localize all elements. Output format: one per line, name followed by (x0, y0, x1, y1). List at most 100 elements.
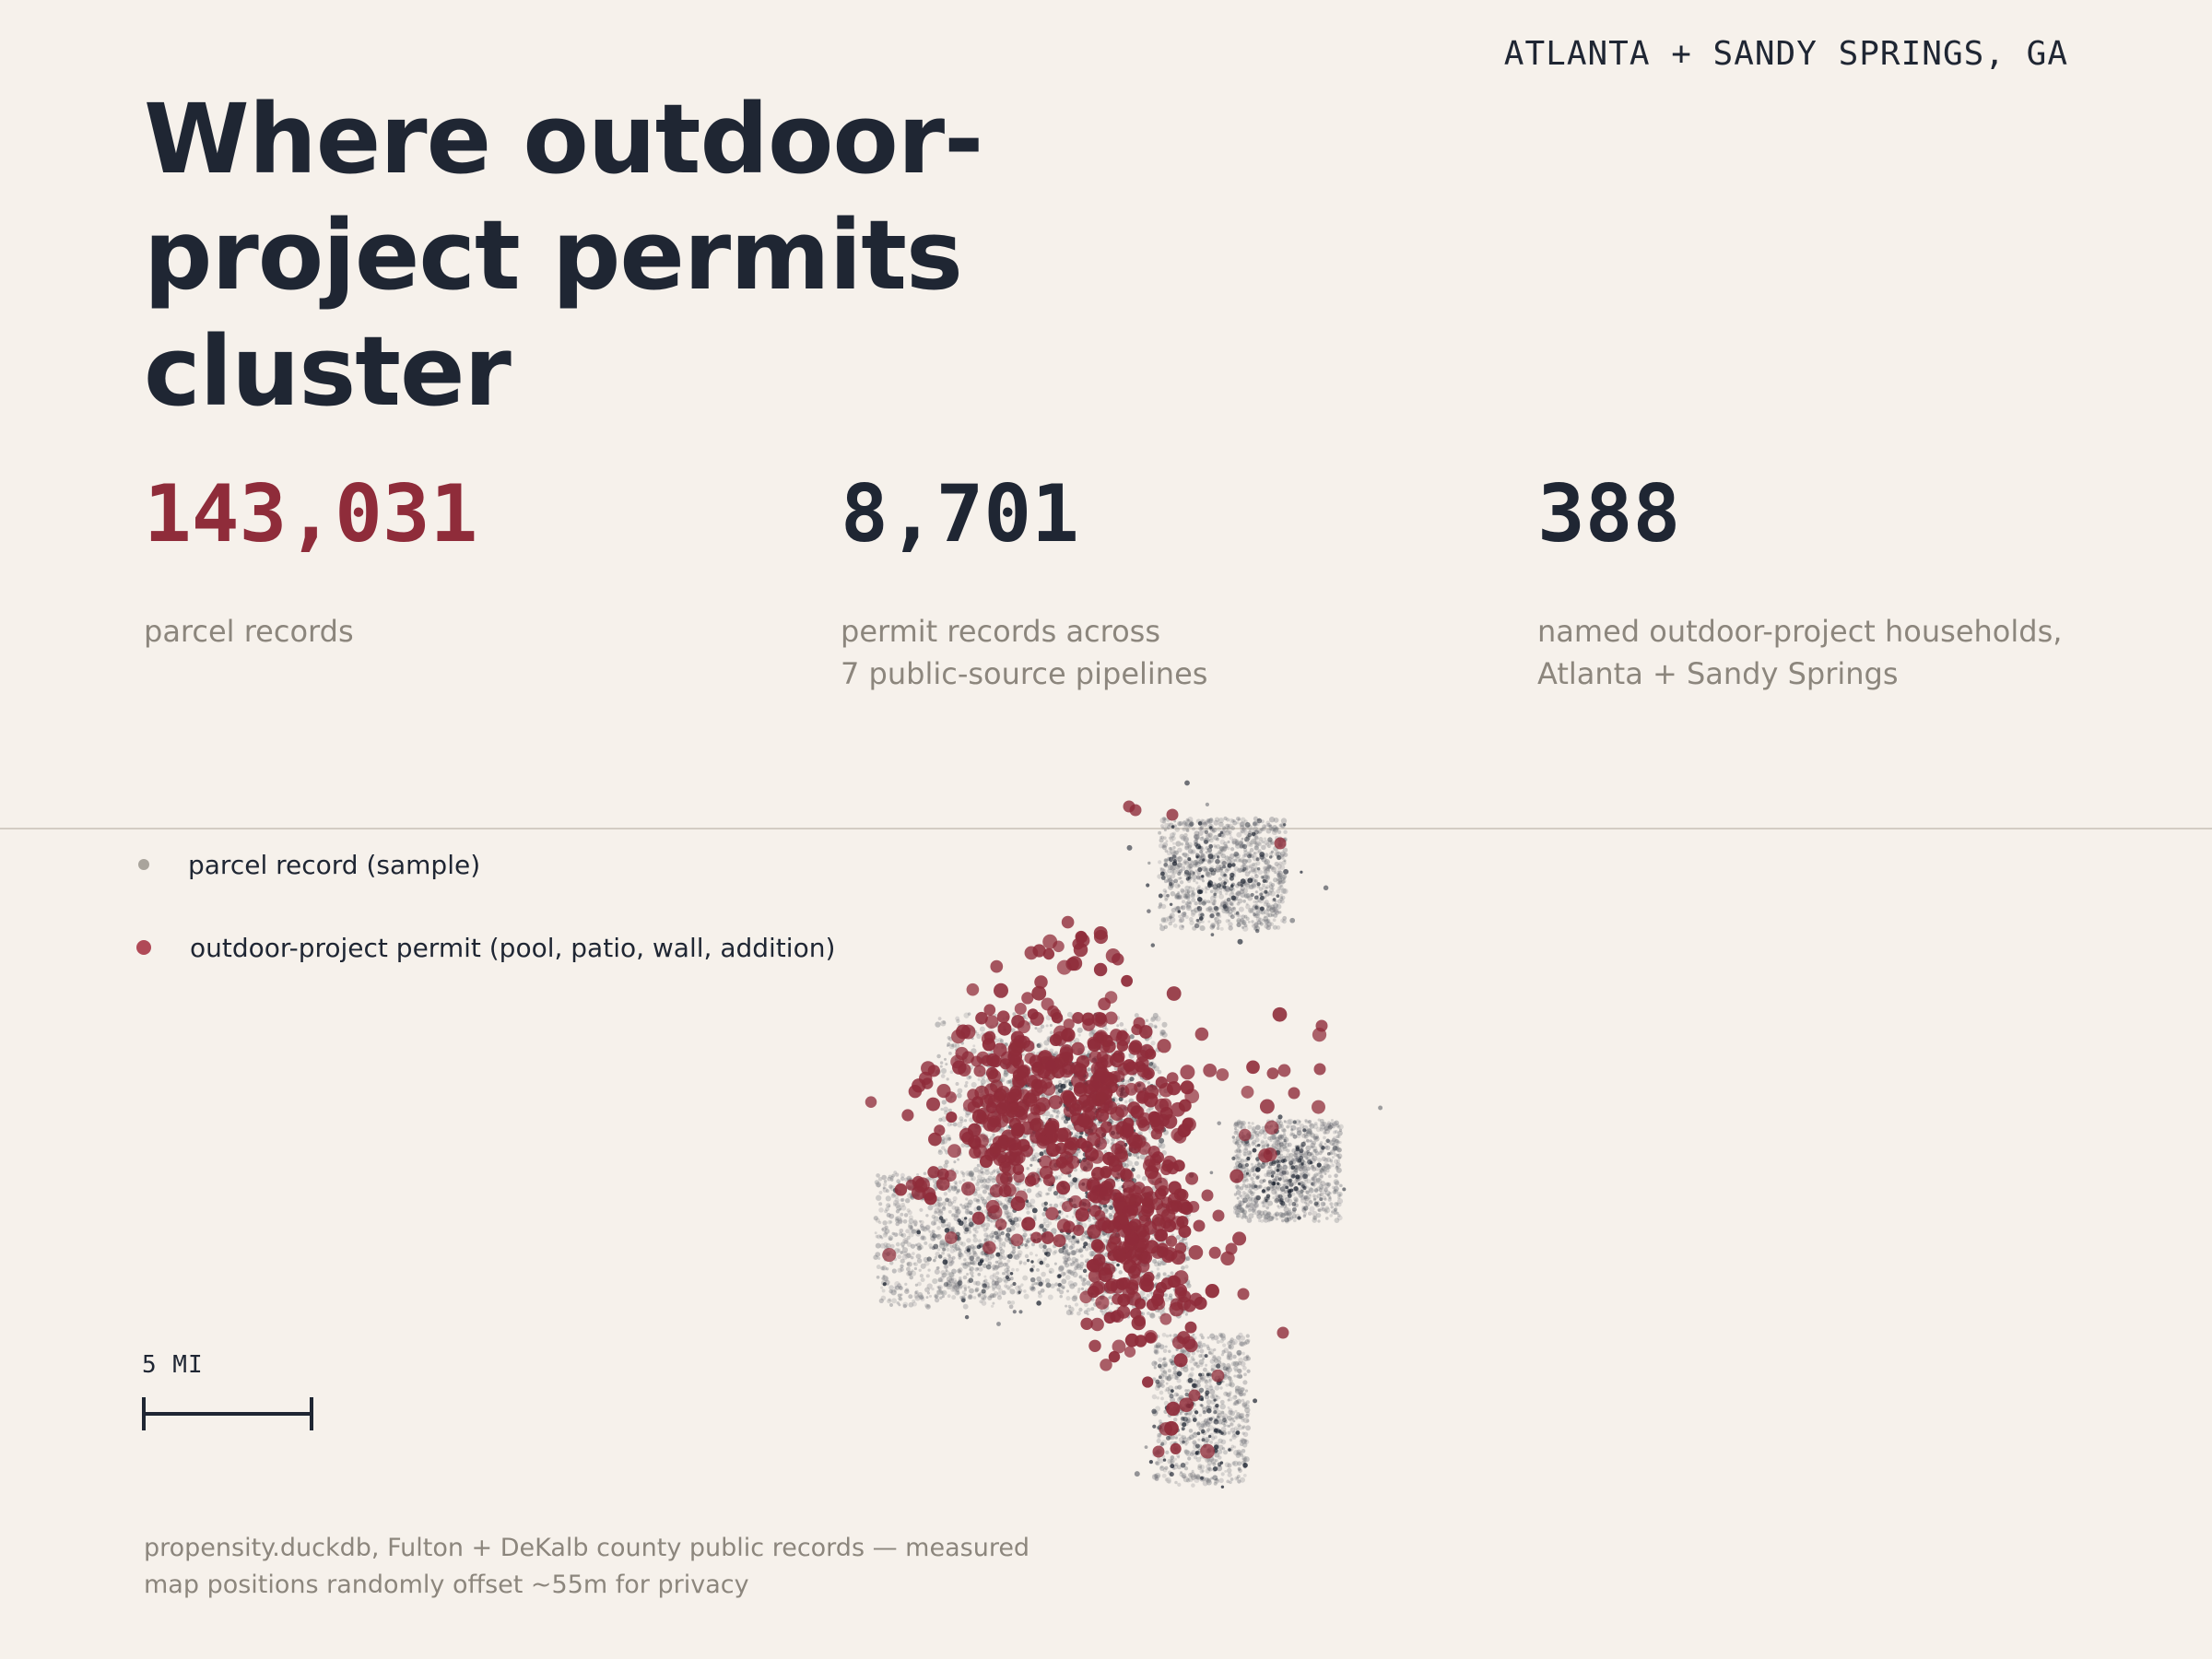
parcel-dot (1224, 855, 1230, 861)
parcel-dot (1255, 909, 1261, 914)
parcel-dot (1239, 857, 1245, 864)
parcel-dot (936, 1181, 941, 1185)
parcel-dot (1101, 1293, 1105, 1298)
parcel-dot (1182, 852, 1188, 858)
parcel-dot (972, 1097, 977, 1101)
parcel-dot (1194, 834, 1201, 841)
parcel-dot (1282, 1204, 1288, 1209)
parcel-dot (943, 1242, 948, 1248)
parcel-dot (976, 1198, 980, 1203)
parcel-dot (1006, 1170, 1011, 1174)
parcel-dot (1236, 1398, 1242, 1405)
parcel-dot (1074, 1240, 1077, 1243)
parcel-dot (967, 1286, 971, 1289)
parcel-dot (1212, 1446, 1218, 1451)
parcel-dot (1160, 1396, 1164, 1401)
parcel-dot (1296, 1130, 1302, 1135)
parcel-dot (1296, 1158, 1301, 1163)
parcel-dot (1182, 1337, 1189, 1344)
parcel-dot (950, 1168, 955, 1172)
parcel-dot (1314, 1150, 1320, 1156)
parcel-dot (1159, 1306, 1166, 1312)
parcel-dot (1058, 1217, 1062, 1219)
parcel-dot (1235, 1430, 1241, 1436)
parcel-dot (1291, 1159, 1297, 1165)
parcel-dot (936, 1248, 941, 1252)
parcel-dot (1108, 1309, 1112, 1314)
parcel-dot (1108, 1269, 1113, 1274)
parcel-dot (1135, 1297, 1140, 1302)
parcel-dot (1197, 1438, 1201, 1441)
parcel-dot (1093, 1220, 1099, 1226)
parcel-dot (1230, 887, 1236, 892)
parcel-dot (1206, 881, 1212, 887)
parcel-dot (1180, 1352, 1183, 1356)
parcel-dot (1312, 1124, 1319, 1130)
parcel-dot (1241, 1209, 1245, 1214)
parcel-dot (1126, 1139, 1130, 1143)
parcel-dot (1173, 1371, 1180, 1377)
parcel-dot (1177, 1370, 1181, 1373)
parcel-dot (1073, 1209, 1079, 1215)
parcel-dot (978, 1151, 982, 1156)
parcel-dot (1086, 1217, 1089, 1220)
parcel-dot (1260, 1201, 1265, 1205)
parcel-dot (1220, 846, 1227, 853)
parcel-dot (1159, 1283, 1165, 1289)
parcel-dot (909, 1193, 912, 1195)
parcel-dot (1242, 847, 1248, 853)
parcel-dot (1218, 904, 1225, 910)
parcel-dot (1218, 831, 1225, 838)
parcel-dot (1278, 911, 1282, 914)
parcel-dot (1140, 1237, 1146, 1242)
parcel-dot (942, 1272, 947, 1277)
parcel-dot (983, 1278, 988, 1283)
parcel-dot (1183, 860, 1189, 865)
parcel-dot (1278, 1136, 1282, 1140)
parcel-dot (1276, 903, 1282, 910)
parcel-dot (1154, 1261, 1159, 1267)
parcel-dot (1230, 1353, 1233, 1357)
parcel-dot (1332, 1190, 1337, 1194)
parcel-dot (967, 1199, 973, 1206)
parcel-dot (1018, 1262, 1022, 1265)
parcel-dot (1214, 1378, 1218, 1382)
parcel-dot (1088, 1137, 1092, 1142)
parcel-dot (1014, 1181, 1020, 1186)
parcel-dot (965, 1027, 971, 1033)
parcel-dot (958, 1251, 962, 1255)
parcel-dot (1147, 1046, 1152, 1050)
parcel-dot (1043, 1135, 1048, 1140)
parcel-dot (1109, 1115, 1114, 1121)
parcel-dot (1045, 1192, 1049, 1196)
parcel-dot (964, 1113, 970, 1118)
parcel-dot (1282, 1183, 1287, 1187)
page-title: Where outdoor-project permits cluster (144, 83, 983, 428)
parcel-dot (912, 1194, 917, 1198)
parcel-dot (901, 1245, 905, 1249)
parcel-dot (1305, 1202, 1311, 1207)
parcel-dot (997, 1094, 1004, 1100)
parcel-dot (1230, 1361, 1237, 1367)
parcel-dot (981, 1083, 984, 1087)
parcel-dot (1242, 1151, 1248, 1157)
parcel-dot (1064, 1186, 1068, 1191)
parcel-dot (1157, 1198, 1163, 1205)
parcel-dot (1006, 1216, 1014, 1222)
parcel-dot (1087, 1126, 1093, 1133)
parcel-dot (1191, 1469, 1194, 1473)
parcel-dot (962, 1125, 967, 1131)
parcel-dot (1191, 1343, 1197, 1349)
parcel-dot (910, 1227, 913, 1230)
parcel-dot (962, 1178, 966, 1182)
parcel-dot (951, 1282, 957, 1288)
parcel-dot (1236, 821, 1240, 825)
parcel-dot (1199, 1465, 1206, 1470)
parcel-dot (879, 1242, 886, 1249)
parcel-dot (987, 1175, 994, 1181)
parcel-dot (963, 1258, 967, 1262)
parcel-dot (1218, 1464, 1222, 1467)
parcel-dot (1112, 1266, 1117, 1272)
parcel-dot (1215, 912, 1221, 918)
parcel-dot (954, 1244, 960, 1251)
